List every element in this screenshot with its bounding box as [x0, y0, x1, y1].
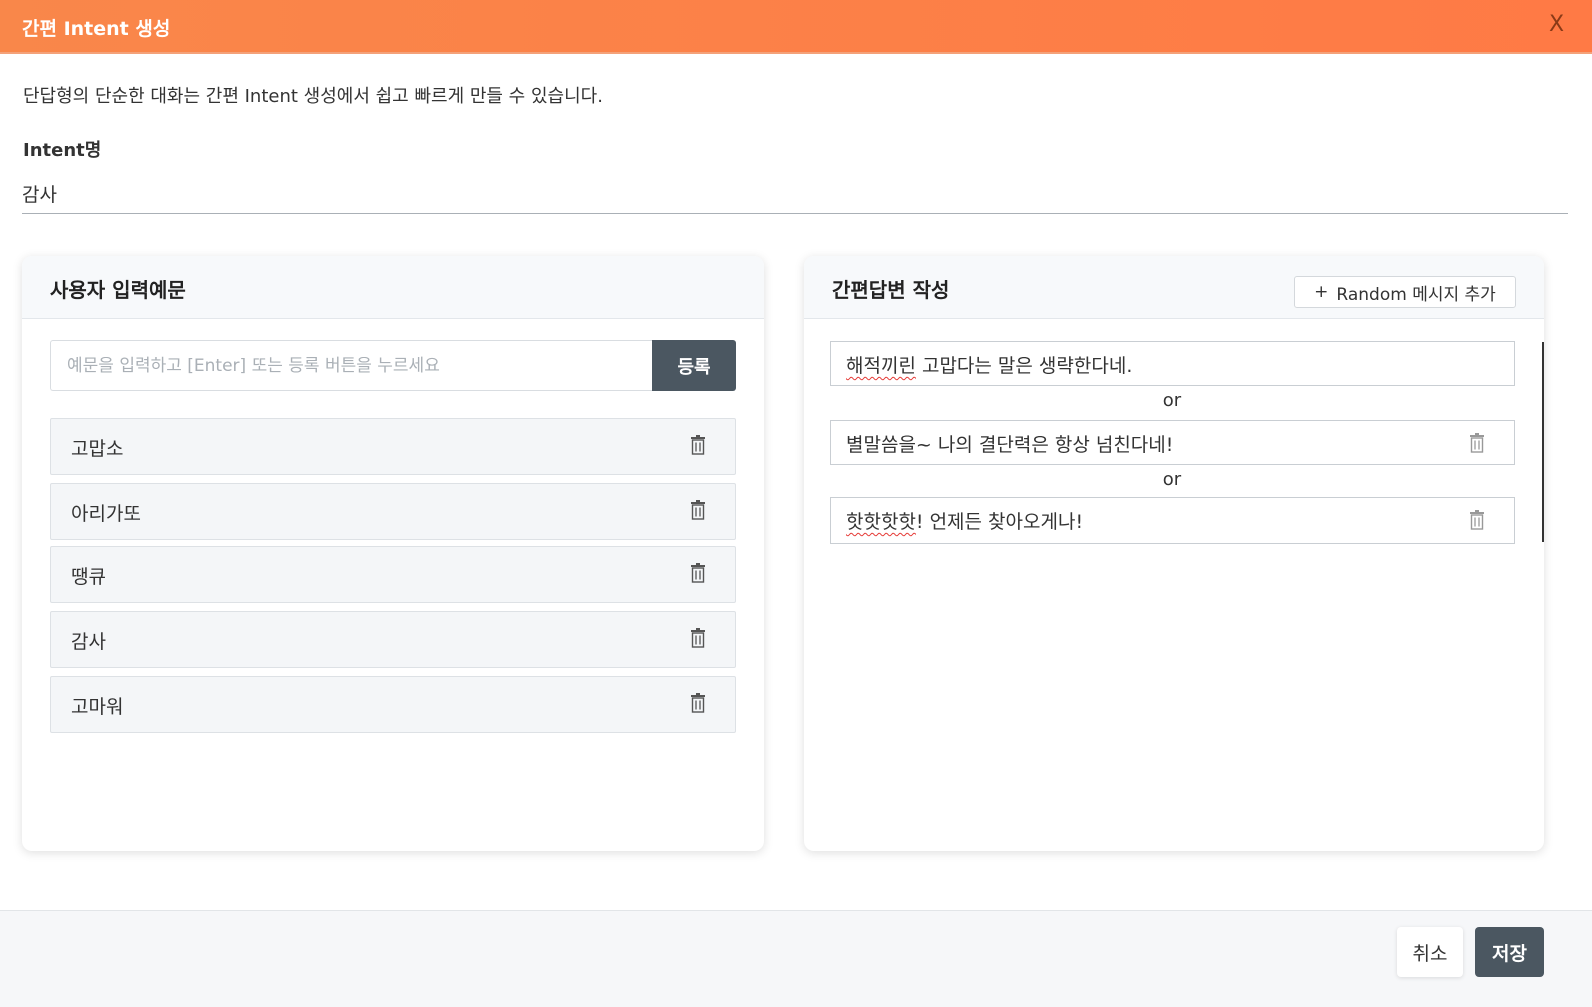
register-button[interactable]: 등록	[652, 340, 736, 391]
scrollbar[interactable]	[1542, 342, 1544, 542]
trash-icon[interactable]	[1469, 510, 1485, 530]
answer-text-rest: 고맙다는 말은 생략한다네.	[915, 355, 1133, 377]
example-item[interactable]: 감사	[50, 611, 736, 668]
modal-header: 간편 Intent 생성 X	[0, 0, 1592, 54]
example-text: 땡큐	[71, 566, 106, 588]
or-separator: or	[1162, 469, 1182, 490]
example-text: 감사	[71, 631, 106, 653]
user-examples-title: 사용자 입력예문	[50, 278, 186, 302]
or-separator: or	[1162, 390, 1182, 411]
quick-answer-header: 간편답변 작성 + Random 메시지 추가	[804, 256, 1544, 319]
example-text: 아리가또	[71, 503, 141, 525]
answer-item[interactable]: 핫핫핫핫! 언제든 찾아오게나!	[830, 497, 1515, 544]
example-item[interactable]: 고맙소	[50, 418, 736, 475]
plus-icon: +	[1314, 282, 1329, 302]
add-random-message-label: Random 메시지 추가	[1336, 284, 1496, 305]
quick-answer-panel: 간편답변 작성 + Random 메시지 추가 해적끼린 고맙다는 말은 생략한…	[804, 256, 1544, 851]
example-text: 고마워	[71, 696, 124, 718]
trash-icon[interactable]	[1469, 433, 1485, 453]
example-item[interactable]: 땡큐	[50, 546, 736, 603]
cancel-button[interactable]: 취소	[1397, 927, 1463, 977]
intent-name-label: Intent명	[23, 140, 102, 161]
quick-answer-title: 간편답변 작성	[832, 278, 950, 302]
intent-name-input[interactable]	[22, 178, 1568, 214]
trash-icon[interactable]	[690, 563, 706, 583]
save-button[interactable]: 저장	[1475, 927, 1544, 977]
answer-text[interactable]: 핫핫핫핫! 언제든 찾아오게나!	[846, 507, 1083, 534]
trash-icon[interactable]	[690, 628, 706, 648]
modal-title: 간편 Intent 생성	[22, 18, 171, 40]
answer-text-rest: ! 언제든 찾아오게나!	[915, 511, 1084, 533]
description-text: 단답형의 단순한 대화는 간편 Intent 생성에서 쉽고 빠르게 만들 수 …	[23, 86, 603, 107]
example-text: 고맙소	[71, 438, 124, 460]
trash-icon[interactable]	[690, 435, 706, 455]
example-input[interactable]	[50, 340, 654, 391]
spellcheck-word: 핫핫핫핫	[846, 511, 916, 533]
example-item[interactable]: 고마워	[50, 676, 736, 733]
answer-text[interactable]: 별말씀을~ 나의 결단력은 항상 넘친다네!	[846, 430, 1173, 457]
user-examples-header: 사용자 입력예문	[22, 256, 764, 319]
trash-icon[interactable]	[690, 500, 706, 520]
example-item[interactable]: 아리가또	[50, 483, 736, 540]
trash-icon[interactable]	[690, 693, 706, 713]
user-examples-panel: 사용자 입력예문 등록 고맙소 아리가또 땡큐 감사 고마워	[22, 256, 764, 851]
answer-item[interactable]: 해적끼린 고맙다는 말은 생략한다네.	[830, 341, 1515, 386]
answer-item[interactable]: 별말씀을~ 나의 결단력은 항상 넘친다네!	[830, 420, 1515, 465]
add-random-message-button[interactable]: + Random 메시지 추가	[1294, 276, 1516, 308]
spellcheck-word: 해적끼린	[846, 355, 916, 377]
modal-footer: 취소 저장	[0, 910, 1592, 1007]
close-icon[interactable]: X	[1549, 12, 1564, 37]
answer-text[interactable]: 해적끼린 고맙다는 말은 생략한다네.	[846, 351, 1132, 378]
